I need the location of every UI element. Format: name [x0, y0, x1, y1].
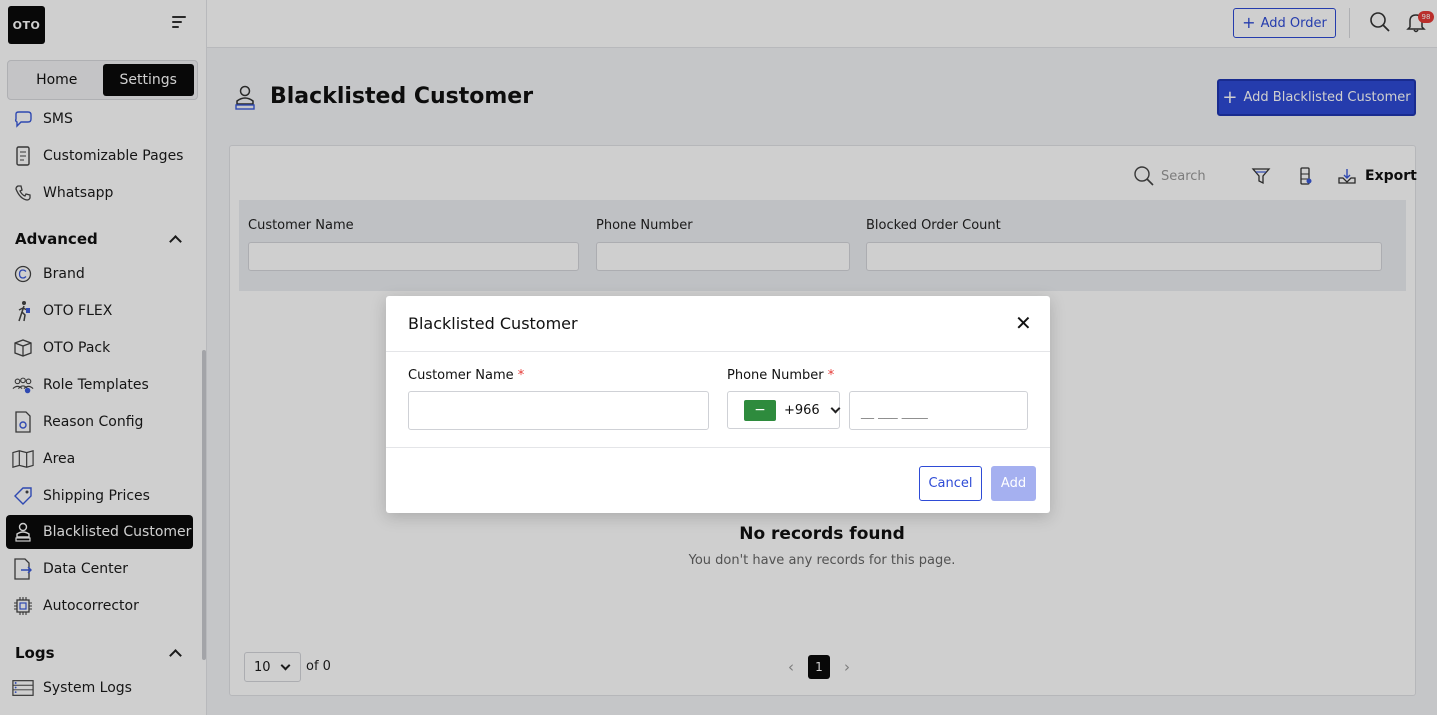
phone-number-label-text: Phone Number — [727, 368, 824, 383]
close-icon[interactable]: ✕ — [1015, 313, 1032, 333]
chevron-down-icon — [830, 403, 841, 413]
cancel-button[interactable]: Cancel — [919, 466, 982, 501]
phone-number-input[interactable]: __ ___ ____ — [849, 391, 1028, 430]
required-mark: * — [827, 368, 835, 383]
saudi-flag-icon: ━━ — [744, 399, 776, 421]
phone-number-label: Phone Number * — [727, 368, 834, 383]
country-code-value: +966 — [784, 402, 820, 418]
blacklisted-customer-modal: Blacklisted Customer ✕ Customer Name * P… — [386, 296, 1050, 513]
customer-name-label: Customer Name * — [408, 368, 524, 383]
modal-title: Blacklisted Customer — [408, 314, 578, 333]
modal-divider — [386, 351, 1050, 352]
add-button[interactable]: Add — [991, 466, 1036, 501]
country-code-select[interactable]: ━━ +966 — [727, 391, 841, 429]
customer-name-input[interactable] — [408, 391, 709, 430]
required-mark: * — [517, 368, 525, 383]
customer-name-label-text: Customer Name — [408, 368, 514, 383]
modal-divider — [386, 447, 1050, 448]
